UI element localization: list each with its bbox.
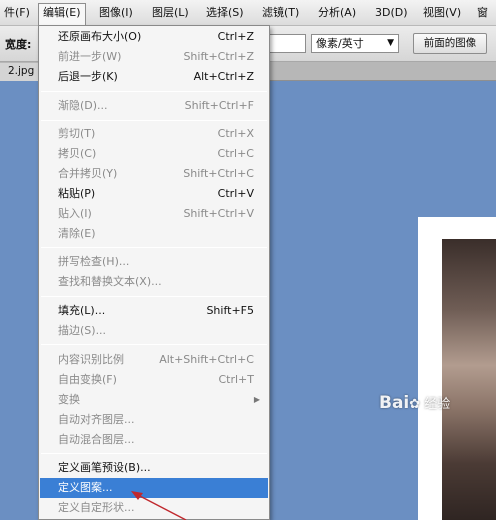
menu-view[interactable]: 视图(V) — [419, 3, 465, 23]
menu-separator — [41, 247, 267, 248]
watermark-text: Bai — [379, 393, 410, 413]
menu-item-step-backward[interactable]: 后退一步(K) Alt+Ctrl+Z — [40, 67, 268, 87]
menu-separator — [41, 91, 267, 92]
menu-item-undo[interactable]: 还原画布大小(O) Ctrl+Z — [40, 27, 268, 47]
menu-analysis[interactable]: 分析(A) — [314, 3, 360, 23]
menu-item-paste-into[interactable]: 贴入(I) Shift+Ctrl+V — [40, 204, 268, 224]
menu-file[interactable]: 件(F) — [0, 3, 34, 23]
menu-item-copy-merged[interactable]: 合并拷贝(Y) Shift+Ctrl+C — [40, 164, 268, 184]
width-label: 宽度: — [5, 38, 32, 51]
menu-item-copy[interactable]: 拷贝(C) Ctrl+C — [40, 144, 268, 164]
resolution-unit-value: 像素/英寸 — [316, 37, 364, 50]
menu-item-define-brush[interactable]: 定义画笔预设(B)... — [40, 458, 268, 478]
menu-item-find-replace[interactable]: 查找和替换文本(X)... — [40, 272, 268, 292]
menu-window[interactable]: 窗 — [473, 3, 492, 23]
menu-item-cut[interactable]: 剪切(T) Ctrl+X — [40, 124, 268, 144]
menu-separator — [41, 344, 267, 345]
menu-item-stroke[interactable]: 描边(S)... — [40, 321, 268, 341]
image-canvas[interactable] — [418, 217, 496, 520]
edit-menu-dropdown: 还原画布大小(O) Ctrl+Z 前进一步(W) Shift+Ctrl+Z 后退… — [38, 25, 270, 520]
menu-item-define-custom-shape[interactable]: 定义自定形状... — [40, 498, 268, 518]
menu-separator — [41, 296, 267, 297]
menu-item-clear[interactable]: 清除(E) — [40, 224, 268, 244]
menu-separator — [41, 453, 267, 454]
menu-item-auto-blend-layers[interactable]: 自动混合图层... — [40, 430, 268, 450]
menu-item-define-pattern[interactable]: 定义图案... — [40, 478, 268, 498]
dropdown-arrow-icon: ▼ — [387, 38, 394, 48]
watermark-subtext: 经验 — [424, 397, 451, 412]
menu-item-transform[interactable]: 变换 ▶ — [40, 390, 268, 410]
front-image-button[interactable]: 前面的图像 — [413, 33, 487, 54]
menu-item-free-transform[interactable]: 自由变换(F) Ctrl+T — [40, 370, 268, 390]
menu-item-paste[interactable]: 粘贴(P) Ctrl+V — [40, 184, 268, 204]
menu-item-fade[interactable]: 渐隐(D)... Shift+Ctrl+F — [40, 96, 268, 116]
menu-item-spell-check[interactable]: 拼写检查(H)... — [40, 252, 268, 272]
menu-image[interactable]: 图像(I) — [95, 3, 137, 23]
menu-layer[interactable]: 图层(L) — [148, 3, 193, 23]
menu-bar: 件(F) 编辑(E) 图像(I) 图层(L) 选择(S) 滤镜(T) 分析(A)… — [0, 0, 496, 26]
menu-filter[interactable]: 滤镜(T) — [258, 3, 303, 23]
menu-select[interactable]: 选择(S) — [202, 3, 248, 23]
menu-item-fill[interactable]: 填充(L)... Shift+F5 — [40, 301, 268, 321]
photo-image — [442, 239, 496, 520]
menu-edit[interactable]: 编辑(E) — [38, 3, 86, 26]
baidu-watermark-logo: Bai✿ 经验 — [379, 393, 451, 413]
resolution-input[interactable] — [268, 34, 306, 53]
menu-item-content-aware-scale[interactable]: 内容识别比例 Alt+Shift+Ctrl+C — [40, 350, 268, 370]
menu-3d[interactable]: 3D(D) — [371, 3, 412, 23]
menu-item-step-forward[interactable]: 前进一步(W) Shift+Ctrl+Z — [40, 47, 268, 67]
menu-separator — [41, 120, 267, 121]
document-tab[interactable]: 2.jpg — [0, 63, 40, 81]
menu-item-auto-align-layers[interactable]: 自动对齐图层... — [40, 410, 268, 430]
submenu-arrow-icon: ▶ — [253, 395, 260, 404]
resolution-unit-select[interactable]: 像素/英寸 ▼ — [311, 34, 399, 53]
